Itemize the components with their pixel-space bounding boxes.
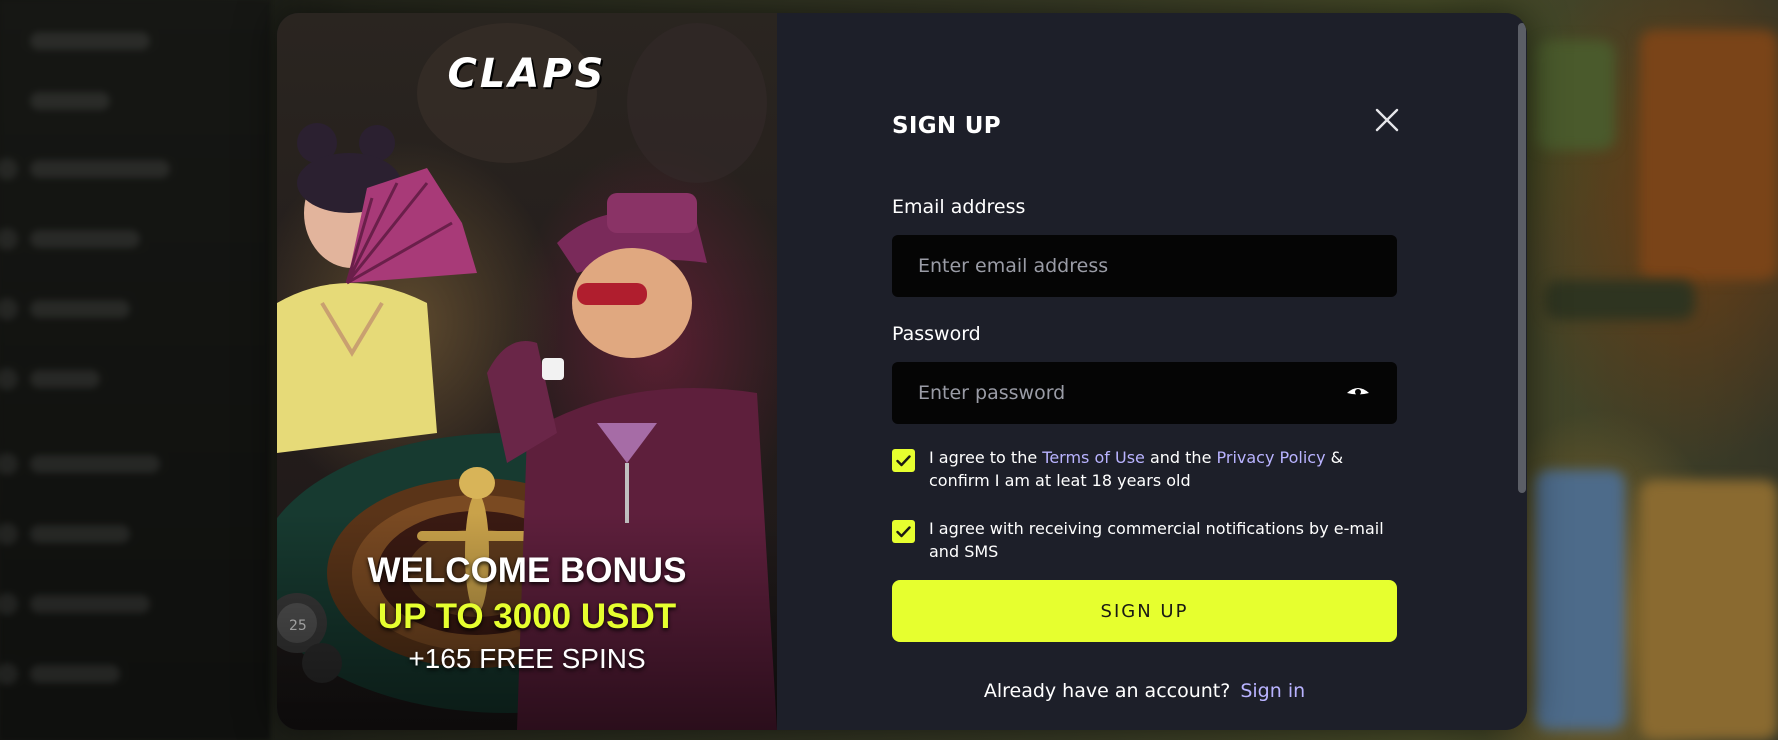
free-spins-text: +165 FREE SPINS bbox=[408, 643, 646, 674]
bonus-amount: UP TO 3000 USDT bbox=[377, 597, 677, 636]
background-sidebar-icon bbox=[0, 453, 18, 475]
password-field-container bbox=[892, 362, 1397, 424]
form-title: SIGN UP bbox=[892, 113, 1001, 139]
promo-panel: 25 CLAPS WELCOME BONUS UP TO 3000 USDT +… bbox=[277, 13, 777, 730]
claps-logo: CLAPS bbox=[447, 51, 607, 97]
password-field[interactable] bbox=[918, 382, 1345, 404]
close-icon bbox=[1375, 108, 1399, 132]
close-button[interactable] bbox=[1370, 103, 1404, 137]
terms-text-middle: and the bbox=[1144, 448, 1217, 467]
background-card bbox=[1545, 280, 1695, 320]
background-sidebar bbox=[0, 0, 270, 740]
background-card bbox=[1640, 480, 1778, 740]
background-sidebar-item bbox=[30, 300, 130, 318]
background-sidebar-item bbox=[30, 525, 130, 543]
show-password-button[interactable] bbox=[1345, 383, 1371, 403]
scrollbar-thumb[interactable] bbox=[1518, 23, 1526, 493]
marketing-consent-text: I agree with receiving commercial notifi… bbox=[929, 519, 1384, 561]
background-sidebar-icon bbox=[0, 158, 18, 180]
background-sidebar-item bbox=[30, 32, 150, 50]
email-field-container bbox=[892, 235, 1397, 297]
background-sidebar-icon bbox=[0, 663, 18, 685]
checkmark-icon bbox=[896, 454, 911, 466]
modal-scrollbar[interactable] bbox=[1515, 13, 1527, 730]
signup-modal: 25 CLAPS WELCOME BONUS UP TO 3000 USDT +… bbox=[277, 13, 1527, 730]
welcome-bonus-title: WELCOME BONUS bbox=[367, 551, 687, 590]
marketing-checkbox[interactable] bbox=[892, 520, 915, 543]
terms-consent-text: I agree to the Terms of Use and the Priv… bbox=[929, 446, 1402, 492]
background-sidebar-item bbox=[30, 665, 120, 683]
email-label: Email address bbox=[892, 196, 1026, 218]
terms-checkbox[interactable] bbox=[892, 449, 915, 472]
background-sidebar-item bbox=[30, 595, 150, 613]
signin-prompt-row: Already have an account? Sign in bbox=[892, 680, 1397, 702]
background-card bbox=[1640, 30, 1778, 280]
signin-prompt: Already have an account? bbox=[983, 680, 1231, 702]
background-sidebar-item bbox=[30, 160, 170, 178]
background-sidebar-item bbox=[30, 370, 100, 388]
background-card bbox=[1535, 40, 1615, 150]
background-sidebar-item bbox=[30, 230, 140, 248]
email-field[interactable] bbox=[918, 255, 1371, 277]
background-sidebar-icon bbox=[0, 298, 18, 320]
signin-link[interactable]: Sign in bbox=[1240, 680, 1305, 702]
signup-form-panel: SIGN UP Email address Password bbox=[777, 13, 1527, 730]
privacy-policy-link[interactable]: Privacy Policy bbox=[1217, 448, 1326, 467]
checkmark-icon bbox=[896, 525, 911, 537]
terms-consent: I agree to the Terms of Use and the Priv… bbox=[892, 446, 1402, 492]
background-sidebar-item bbox=[30, 455, 160, 473]
terms-text-before: I agree to the bbox=[929, 448, 1043, 467]
background-sidebar-icon bbox=[0, 368, 18, 390]
background-card bbox=[1535, 470, 1625, 730]
background-sidebar-icon bbox=[0, 593, 18, 615]
background-sidebar-item bbox=[30, 92, 110, 110]
background-sidebar-icon bbox=[0, 523, 18, 545]
terms-of-use-link[interactable]: Terms of Use bbox=[1042, 448, 1145, 467]
password-label: Password bbox=[892, 323, 981, 345]
background-sidebar-icon bbox=[0, 228, 18, 250]
signup-submit-button[interactable]: SIGN UP bbox=[892, 580, 1397, 642]
eye-icon bbox=[1347, 388, 1369, 395]
marketing-consent: I agree with receiving commercial notifi… bbox=[892, 517, 1402, 563]
